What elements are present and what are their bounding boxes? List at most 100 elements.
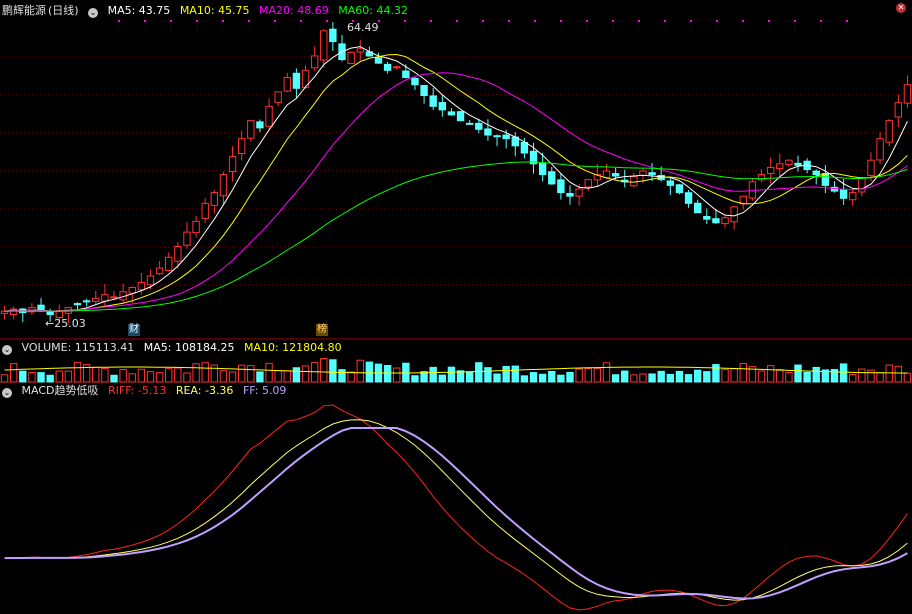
- candle-body: [283, 77, 291, 92]
- candle-body: [447, 111, 456, 116]
- marker-dot: [742, 20, 744, 22]
- volume-bar: [876, 372, 884, 383]
- volume-value: VOLUME: 115113.41: [21, 341, 135, 354]
- volume-bar: [776, 368, 784, 383]
- high-price-label: 64.49: [347, 21, 379, 34]
- candle-body: [648, 172, 656, 176]
- marker-dot: [690, 20, 692, 22]
- volume-bar: [465, 371, 474, 383]
- rea-line: [4, 419, 908, 601]
- volume-bar: [429, 366, 437, 383]
- volume-bar: [502, 365, 510, 383]
- volume-bar: [602, 362, 611, 383]
- candle-body: [137, 281, 146, 291]
- marker-dot: [716, 20, 718, 22]
- candle-body: [666, 180, 675, 186]
- candle-body: [885, 120, 893, 143]
- candle-body: [402, 70, 410, 79]
- volume-bar: [283, 370, 291, 383]
- news-tag-icon[interactable]: 财: [128, 324, 140, 336]
- volume-bar: [794, 364, 802, 383]
- marker-dot: [170, 20, 172, 22]
- candle-body: [611, 173, 620, 177]
- candle-body: [785, 159, 793, 166]
- marker-dot: [612, 20, 614, 22]
- marker-dot: [300, 20, 302, 22]
- volume-bar: [812, 366, 820, 383]
- candle-body: [383, 63, 392, 71]
- volume-bar: [484, 367, 492, 383]
- candle-body: [46, 310, 54, 316]
- macd-settings-icon[interactable]: ⌄: [2, 388, 12, 398]
- rank-tag-icon[interactable]: 榜: [316, 324, 328, 336]
- volume-bar: [329, 359, 337, 383]
- volume-bar: [37, 372, 45, 383]
- volume-bar: [538, 373, 547, 383]
- candle-body: [228, 156, 237, 173]
- volume-bar: [511, 365, 519, 383]
- marker-dot: [846, 20, 848, 22]
- candle-body: [347, 51, 355, 65]
- candle-body: [903, 84, 912, 104]
- candle-body: [210, 192, 219, 206]
- candle-body: [575, 188, 583, 197]
- ma5-label: MA5: 43.75: [107, 4, 171, 17]
- marker-dot: [326, 20, 328, 22]
- low-price-label: ←25.03: [45, 317, 86, 330]
- volume-bar: [529, 372, 538, 383]
- volume-bar: [9, 363, 18, 383]
- candle-body: [858, 177, 866, 193]
- candle-body: [155, 267, 164, 275]
- candle-body: [329, 28, 337, 43]
- marker-dot: [820, 20, 822, 22]
- marker-dot: [794, 20, 796, 22]
- period-label[interactable]: (日线): [48, 4, 79, 17]
- volume-bar: [447, 366, 456, 383]
- candle-body: [721, 217, 729, 225]
- ma20-label: MA20: 48.69: [259, 4, 329, 17]
- volume-bar: [210, 364, 219, 383]
- volume-bar: [548, 370, 556, 383]
- candle-body: [411, 77, 419, 86]
- volume-bar: [730, 368, 738, 383]
- volume-bar: [55, 370, 63, 383]
- volume-bar: [803, 371, 811, 383]
- ma20-line: [4, 72, 908, 312]
- volume-settings-icon[interactable]: ⌄: [2, 345, 12, 355]
- candle-body: [465, 122, 474, 125]
- volume-ma5: MA5: 108184.25: [143, 341, 235, 354]
- candle-body: [438, 102, 447, 111]
- candle-body: [420, 84, 428, 97]
- volume-bar: [247, 365, 255, 383]
- volume-bar: [648, 373, 656, 383]
- candle-body: [538, 162, 547, 176]
- volume-bar: [438, 374, 447, 383]
- candle-body: [712, 218, 720, 224]
- candle-body: [247, 120, 255, 139]
- candle-body: [557, 179, 565, 194]
- marker-dot: [586, 20, 588, 22]
- volume-bar: [183, 372, 191, 383]
- volume-bar: [757, 370, 766, 383]
- volume-bar: [593, 368, 602, 383]
- close-panel-icon[interactable]: ✕: [896, 3, 906, 13]
- candle-body: [684, 192, 693, 204]
- volume-bar: [274, 370, 282, 383]
- volume-bar: [785, 371, 793, 383]
- settings-icon[interactable]: ⌄: [88, 8, 99, 18]
- volume-bar: [64, 370, 73, 383]
- volume-bar: [894, 365, 903, 383]
- candle-body: [237, 138, 246, 155]
- volume-bar: [611, 374, 620, 383]
- volume-bar: [657, 370, 665, 383]
- candle-body: [693, 202, 702, 214]
- candle-body: [219, 174, 228, 197]
- candle-body: [639, 170, 647, 176]
- marker-dot: [404, 20, 406, 22]
- marker-dot: [144, 20, 146, 22]
- volume-bar: [347, 371, 355, 383]
- volume-bar: [475, 362, 483, 383]
- volume-bar: [128, 373, 136, 383]
- candle-body: [165, 256, 173, 271]
- volume-bar: [320, 358, 328, 383]
